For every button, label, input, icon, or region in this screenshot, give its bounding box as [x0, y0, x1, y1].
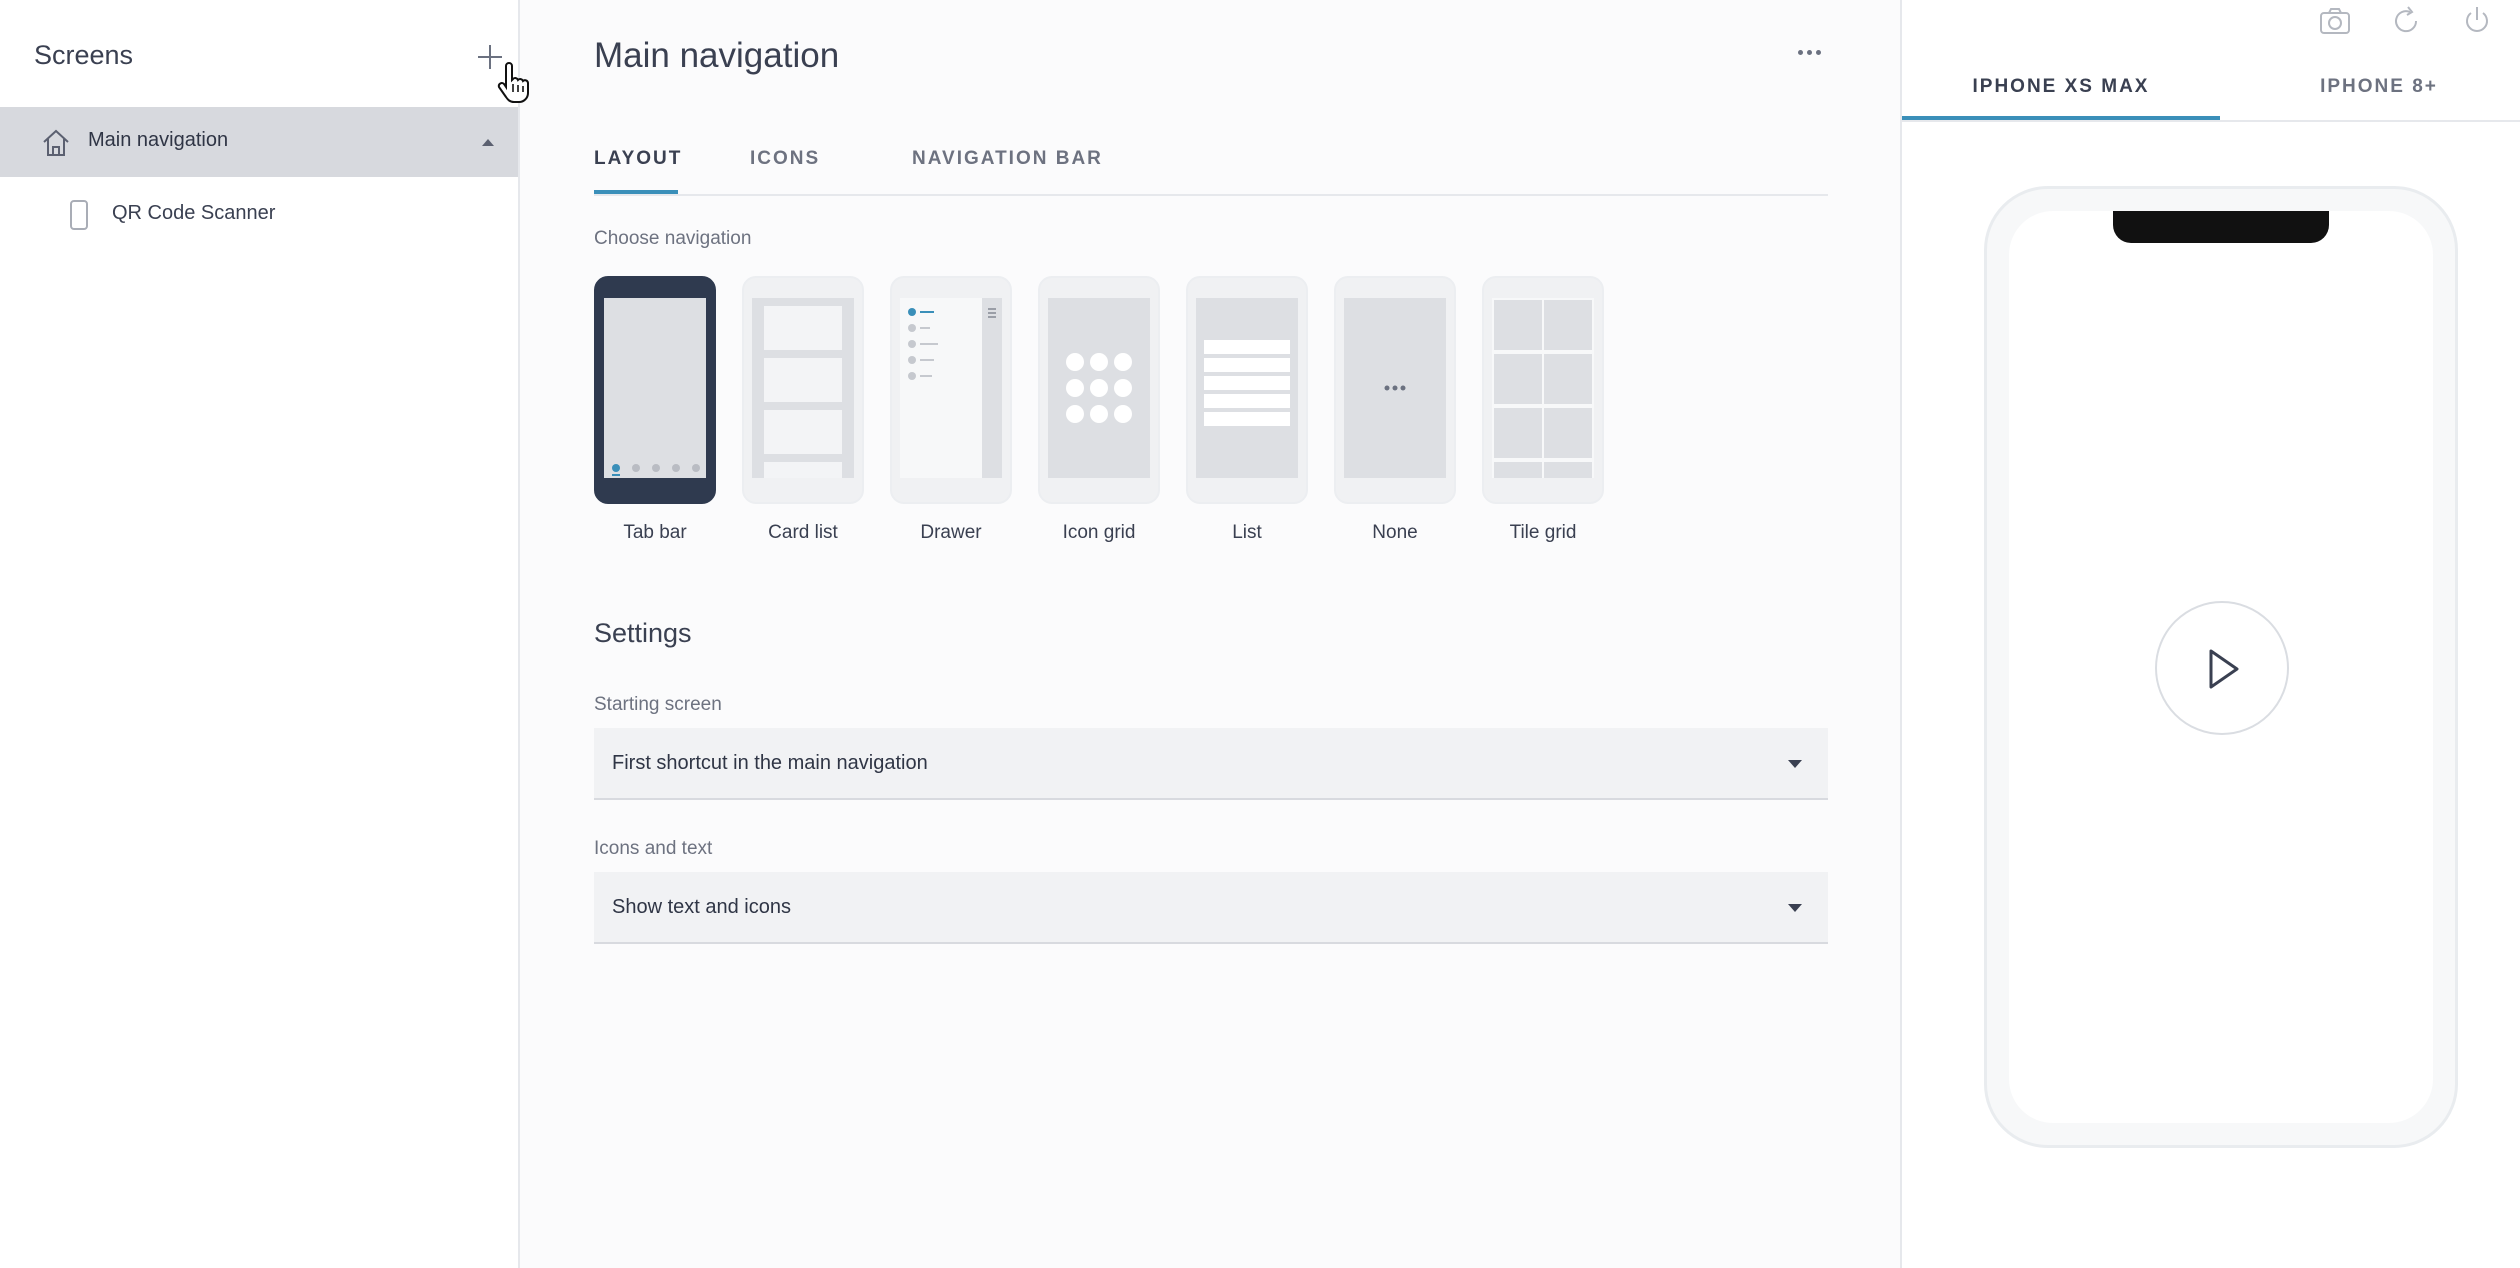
nav-option-list[interactable]: List	[1186, 276, 1308, 543]
nav-thumb-drawer	[890, 276, 1012, 504]
dropdown-arrow-icon	[1788, 760, 1802, 768]
starting-screen-label: Starting screen	[594, 694, 722, 715]
card-list-thumb-icon	[752, 298, 854, 478]
nav-option-card-list[interactable]: Card list	[742, 276, 864, 543]
dot	[1798, 50, 1803, 55]
play-preview-button[interactable]	[2155, 601, 2289, 735]
nav-option-label: Card list	[768, 522, 838, 543]
sidebar-title: Screens	[34, 40, 134, 70]
nav-option-none[interactable]: None	[1334, 276, 1456, 543]
nav-option-label: None	[1372, 522, 1418, 543]
phone-notch	[2113, 211, 2329, 243]
device-preview-panel: IPHONE XS MAX IPHONE 8+	[1900, 0, 2520, 1268]
choose-navigation-label: Choose navigation	[594, 228, 752, 249]
tab-navigation-bar[interactable]: NAVIGATION BAR	[912, 148, 1103, 170]
drawer-thumb-icon	[900, 298, 1002, 478]
select-value: Show text and icons	[612, 896, 791, 918]
dot	[1816, 50, 1821, 55]
camera-icon[interactable]	[2318, 4, 2352, 38]
select-value: First shortcut in the main navigation	[612, 752, 928, 774]
preview-toolbar	[1900, 4, 2520, 40]
nav-option-drawer[interactable]: Drawer	[890, 276, 1012, 543]
more-options-button[interactable]	[1792, 40, 1828, 64]
nav-thumb-none	[1334, 276, 1456, 504]
nav-thumb-tile-grid	[1482, 276, 1604, 504]
nav-option-label: List	[1232, 522, 1262, 543]
nav-option-icon-grid[interactable]: Icon grid	[1038, 276, 1160, 543]
tab-iphone-8-plus[interactable]: IPHONE 8+	[2220, 76, 2520, 98]
active-device-indicator	[1902, 116, 2220, 120]
settings-title: Settings	[594, 618, 692, 648]
home-icon	[43, 129, 69, 156]
page-title: Main navigation	[594, 36, 840, 75]
sidebar-item-label: QR Code Scanner	[112, 202, 276, 224]
ellipsis-icon	[1344, 298, 1446, 478]
dropdown-arrow-icon	[1788, 904, 1802, 912]
collapse-caret-icon[interactable]	[482, 139, 494, 146]
nav-option-tile-grid[interactable]: Tile grid	[1482, 276, 1604, 543]
list-thumb-icon	[1196, 298, 1298, 478]
sidebar-item-qr-code-scanner[interactable]: QR Code Scanner	[0, 178, 518, 248]
starting-screen-select[interactable]: First shortcut in the main navigation	[594, 728, 1828, 800]
nav-thumb-card-list	[742, 276, 864, 504]
sidebar-item-main-navigation[interactable]: Main navigation	[0, 107, 518, 177]
sidebar-header: Screens	[0, 0, 529, 107]
icons-and-text-select[interactable]: Show text and icons	[594, 872, 1828, 944]
nav-thumb-icon-grid	[1038, 276, 1160, 504]
nav-option-label: Tab bar	[623, 522, 687, 543]
power-icon[interactable]	[2460, 4, 2494, 38]
nav-thumb-list	[1186, 276, 1308, 504]
tile-grid-thumb-icon	[1492, 298, 1594, 478]
nav-option-tab-bar[interactable]: Tab bar	[594, 276, 716, 543]
tab-bar-dots-icon	[604, 458, 706, 478]
play-icon	[2209, 649, 2239, 689]
sidebar-item-label: Main navigation	[88, 129, 229, 151]
refresh-icon[interactable]	[2389, 4, 2423, 38]
tab-iphone-xs-max[interactable]: IPHONE XS MAX	[1902, 76, 2220, 98]
active-tab-indicator	[594, 190, 678, 194]
nav-option-label: Icon grid	[1062, 522, 1136, 543]
screens-sidebar: Screens Main navigation QR Code Scanner	[0, 0, 529, 1268]
phone-mockup	[1984, 186, 2458, 1148]
settings-tabs: LAYOUT ICONS NAVIGATION BAR	[594, 146, 1828, 196]
main-panel: Main navigation LAYOUT ICONS NAVIGATION …	[522, 0, 1898, 1268]
dot	[1807, 50, 1812, 55]
device-tabs: IPHONE XS MAX IPHONE 8+	[1902, 64, 2520, 122]
thumb-screen	[604, 298, 706, 458]
icon-grid-thumb-icon	[1048, 298, 1150, 478]
tab-layout[interactable]: LAYOUT	[594, 148, 682, 170]
tab-icons[interactable]: ICONS	[750, 148, 820, 170]
icons-and-text-label: Icons and text	[594, 838, 713, 859]
phone-icon	[70, 200, 88, 230]
nav-thumb-tab-bar	[594, 276, 716, 504]
nav-option-label: Tile grid	[1509, 522, 1577, 543]
nav-option-label: Drawer	[920, 522, 982, 543]
